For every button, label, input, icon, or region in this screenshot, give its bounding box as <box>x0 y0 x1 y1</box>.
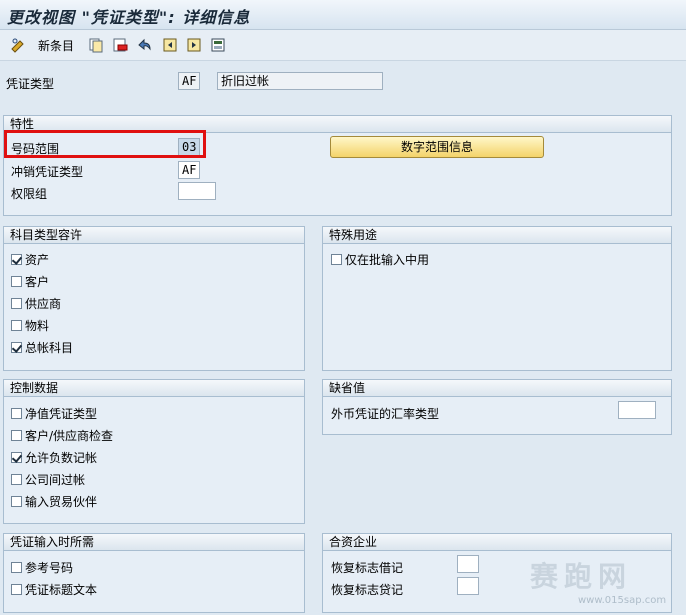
checkbox-customers-label: 客户 <box>25 275 50 289</box>
checkbox-intercompany-label: 公司间过帐 <box>25 473 86 487</box>
checkbox-net-doc-type-label: 净值凭证类型 <box>25 407 98 421</box>
watermark-url: www.015sap.com <box>578 595 667 606</box>
exchange-rate-type-label: 外币凭证的汇率类型 <box>331 407 440 421</box>
checkbox-gl-accounts[interactable]: 总帐科目 <box>11 339 73 356</box>
checkbox-vendors-box[interactable] <box>11 298 22 309</box>
watermark-brand: 赛跑网 <box>530 560 633 593</box>
checkbox-intercompany[interactable]: 公司间过帐 <box>11 471 85 488</box>
checkbox-vendors[interactable]: 供应商 <box>11 295 61 312</box>
copy-as-button[interactable] <box>88 35 104 55</box>
checkbox-negative-postings-box[interactable] <box>11 452 22 463</box>
next-entry-button[interactable] <box>186 35 202 55</box>
exchange-rate-type-field[interactable] <box>618 401 656 419</box>
checkbox-assets[interactable]: 资产 <box>11 251 49 268</box>
joint-venture-group-title: 合资企业 <box>323 534 671 551</box>
page-next-icon <box>186 37 202 53</box>
checkbox-negative-postings[interactable]: 允许负数记帐 <box>11 449 97 466</box>
checkbox-cust-vendor-check-box[interactable] <box>11 430 22 441</box>
checkbox-trading-partner-box[interactable] <box>11 496 22 507</box>
table-select-icon <box>210 37 226 53</box>
recovery-debit-field[interactable] <box>457 555 479 573</box>
undo-change-button[interactable] <box>136 35 152 55</box>
checkbox-gl-accounts-box[interactable] <box>11 342 22 353</box>
checkbox-reference-number-box[interactable] <box>11 562 22 573</box>
checkbox-batch-input-only-box[interactable] <box>331 254 342 265</box>
default-values-group-title: 缺省值 <box>323 380 671 397</box>
doc-type-label: 凭证类型 <box>6 77 55 91</box>
checkbox-customers-box[interactable] <box>11 276 22 287</box>
recovery-credit-field[interactable] <box>457 577 479 595</box>
highlight-box <box>4 130 206 158</box>
delete-icon <box>112 37 128 53</box>
checkbox-cust-vendor-check-label: 客户/供应商检查 <box>25 429 114 443</box>
checkbox-assets-box[interactable] <box>11 254 22 265</box>
checkbox-material[interactable]: 物料 <box>11 317 49 334</box>
checkbox-doc-header-text[interactable]: 凭证标题文本 <box>11 581 97 598</box>
checkbox-negative-postings-label: 允许负数记帐 <box>25 451 98 465</box>
authorization-group-field[interactable] <box>178 182 216 200</box>
checkbox-gl-accounts-label: 总帐科目 <box>25 341 74 355</box>
doc-type-field[interactable]: AF <box>178 72 200 90</box>
undo-icon <box>136 37 152 53</box>
checkbox-doc-header-text-label: 凭证标题文本 <box>25 583 98 597</box>
page-previous-icon <box>162 37 178 53</box>
number-range-info-button[interactable]: 数字范围信息 <box>330 136 544 158</box>
checkbox-trading-partner[interactable]: 输入贸易伙伴 <box>11 493 97 510</box>
checkbox-reference-number-label: 参考号码 <box>25 561 74 575</box>
recovery-debit-label: 恢复标志借记 <box>331 561 404 575</box>
delete-button[interactable] <box>112 35 128 55</box>
reverse-doc-type-label: 冲销凭证类型 <box>11 165 84 179</box>
checkbox-cust-vendor-check[interactable]: 客户/供应商检查 <box>11 427 113 444</box>
reverse-doc-type-field[interactable]: AF <box>178 161 200 179</box>
recovery-credit-label: 恢复标志贷记 <box>331 583 404 597</box>
special-usage-group-title: 特殊用途 <box>323 227 671 244</box>
application-toolbar: 新条目 <box>0 30 686 61</box>
checkbox-doc-header-text-box[interactable] <box>11 584 22 595</box>
special-usage-group: 特殊用途 <box>322 226 672 371</box>
checkbox-net-doc-type-box[interactable] <box>11 408 22 419</box>
account-types-group-title: 科目类型容许 <box>4 227 304 244</box>
checkbox-assets-label: 资产 <box>25 253 50 267</box>
checkbox-reference-number[interactable]: 参考号码 <box>11 559 73 576</box>
watermark: 赛跑网 www.015sap.com <box>530 555 680 610</box>
checkbox-vendors-label: 供应商 <box>25 297 62 311</box>
checkbox-customers[interactable]: 客户 <box>11 273 49 290</box>
pencil-glasses-icon <box>10 37 26 53</box>
checkbox-trading-partner-label: 输入贸易伙伴 <box>25 495 98 509</box>
new-entries-button[interactable]: 新条目 <box>10 35 74 55</box>
doc-type-description-field: 折旧过帐 <box>217 72 383 90</box>
window-title: 更改视图 "凭证类型": 详细信息 <box>7 8 251 27</box>
select-block-button[interactable] <box>210 35 226 55</box>
control-data-group-title: 控制数据 <box>4 380 304 397</box>
authorization-group-label: 权限组 <box>11 187 48 201</box>
checkbox-material-box[interactable] <box>11 320 22 331</box>
checkbox-batch-input-only-label: 仅在批输入中用 <box>345 253 430 267</box>
checkbox-batch-input-only[interactable]: 仅在批输入中用 <box>331 251 429 268</box>
previous-entry-button[interactable] <box>162 35 178 55</box>
checkbox-net-doc-type[interactable]: 净值凭证类型 <box>11 405 97 422</box>
checkbox-intercompany-box[interactable] <box>11 474 22 485</box>
copy-icon <box>88 37 104 53</box>
title-bar: 更改视图 "凭证类型": 详细信息 <box>0 0 686 30</box>
required-entry-group-title: 凭证输入时所需 <box>4 534 304 551</box>
new-entries-label: 新条目 <box>38 38 75 53</box>
checkbox-material-label: 物料 <box>25 319 50 333</box>
